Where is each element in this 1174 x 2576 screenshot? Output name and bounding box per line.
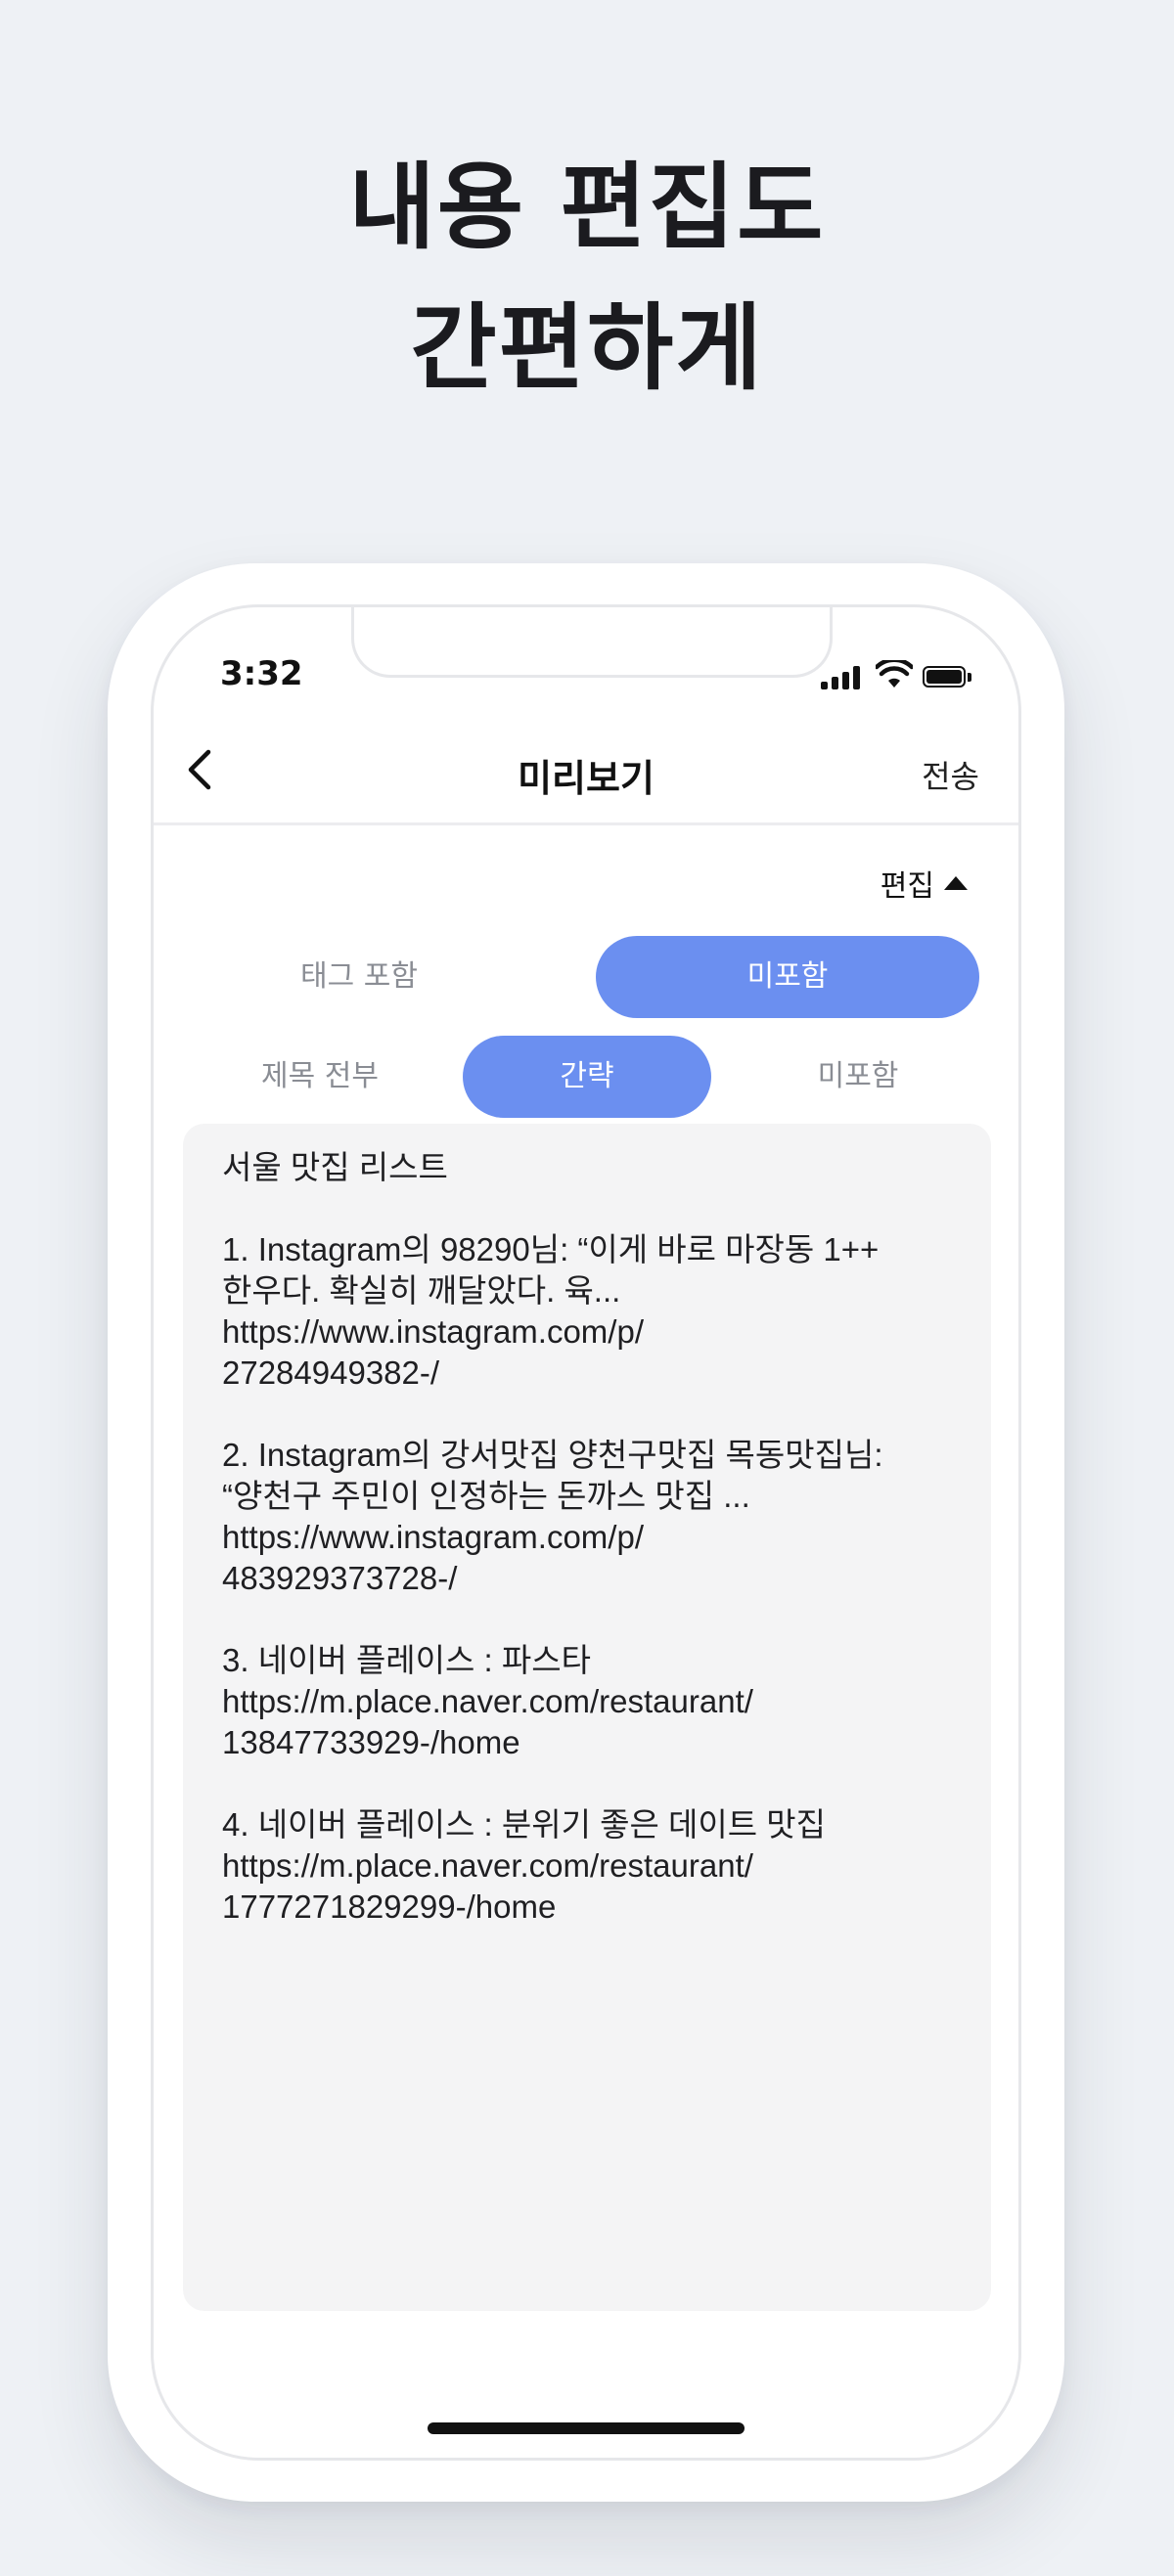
option-exclude-tags[interactable]: 미포함 [596, 936, 979, 1018]
status-time: 3:32 [220, 654, 303, 693]
phone-screen: 3:32 미리보기 전송 편집 태그 포함 미포함 제목 전부 간략 미포함 서… [151, 604, 1021, 2461]
wifi-icon [876, 660, 913, 688]
headline: 내용 편집도 간편하게 [0, 137, 1174, 419]
edit-label: 편집 [880, 869, 934, 904]
send-button[interactable]: 전송 [922, 752, 979, 797]
list-item: 1. Instagram의 98290님: “이게 바로 마장동 1++ 한우다… [222, 1231, 880, 1391]
status-icons [821, 656, 987, 695]
preview-title: 서울 맛집 리스트 [222, 1149, 448, 1185]
navigation-bar: 미리보기 전송 [154, 725, 1018, 825]
battery-icon [923, 666, 973, 689]
preview-text-area[interactable]: 서울 맛집 리스트 1. Instagram의 98290님: “이게 바로 마… [183, 1124, 991, 2311]
option-title-brief[interactable]: 간략 [463, 1036, 711, 1118]
option-include-tags[interactable]: 태그 포함 [232, 936, 486, 1018]
caret-up-icon [944, 876, 968, 890]
page-title: 미리보기 [518, 757, 655, 800]
list-item: 2. Instagram의 강서맛집 양천구맛집 목동맛집님: “양천구 주민이… [222, 1437, 883, 1596]
list-item: 3. 네이버 플레이스 : 파스타 https://m.place.naver.… [222, 1642, 753, 1760]
edit-toggle[interactable]: 편집 [880, 862, 968, 905]
option-title-exclude[interactable]: 미포함 [750, 1036, 966, 1118]
headline-line-1: 내용 편집도 [348, 153, 826, 262]
home-indicator [428, 2422, 745, 2434]
signal-icon [821, 666, 864, 689]
headline-line-2: 간편하게 [410, 293, 764, 403]
list-item: 4. 네이버 플레이스 : 분위기 좋은 데이트 맛집 https://m.pl… [222, 1806, 826, 1925]
phone-frame: 3:32 미리보기 전송 편집 태그 포함 미포함 제목 전부 간략 미포함 서… [108, 563, 1064, 2502]
notch [351, 607, 833, 678]
option-title-full[interactable]: 제목 전부 [212, 1036, 428, 1118]
